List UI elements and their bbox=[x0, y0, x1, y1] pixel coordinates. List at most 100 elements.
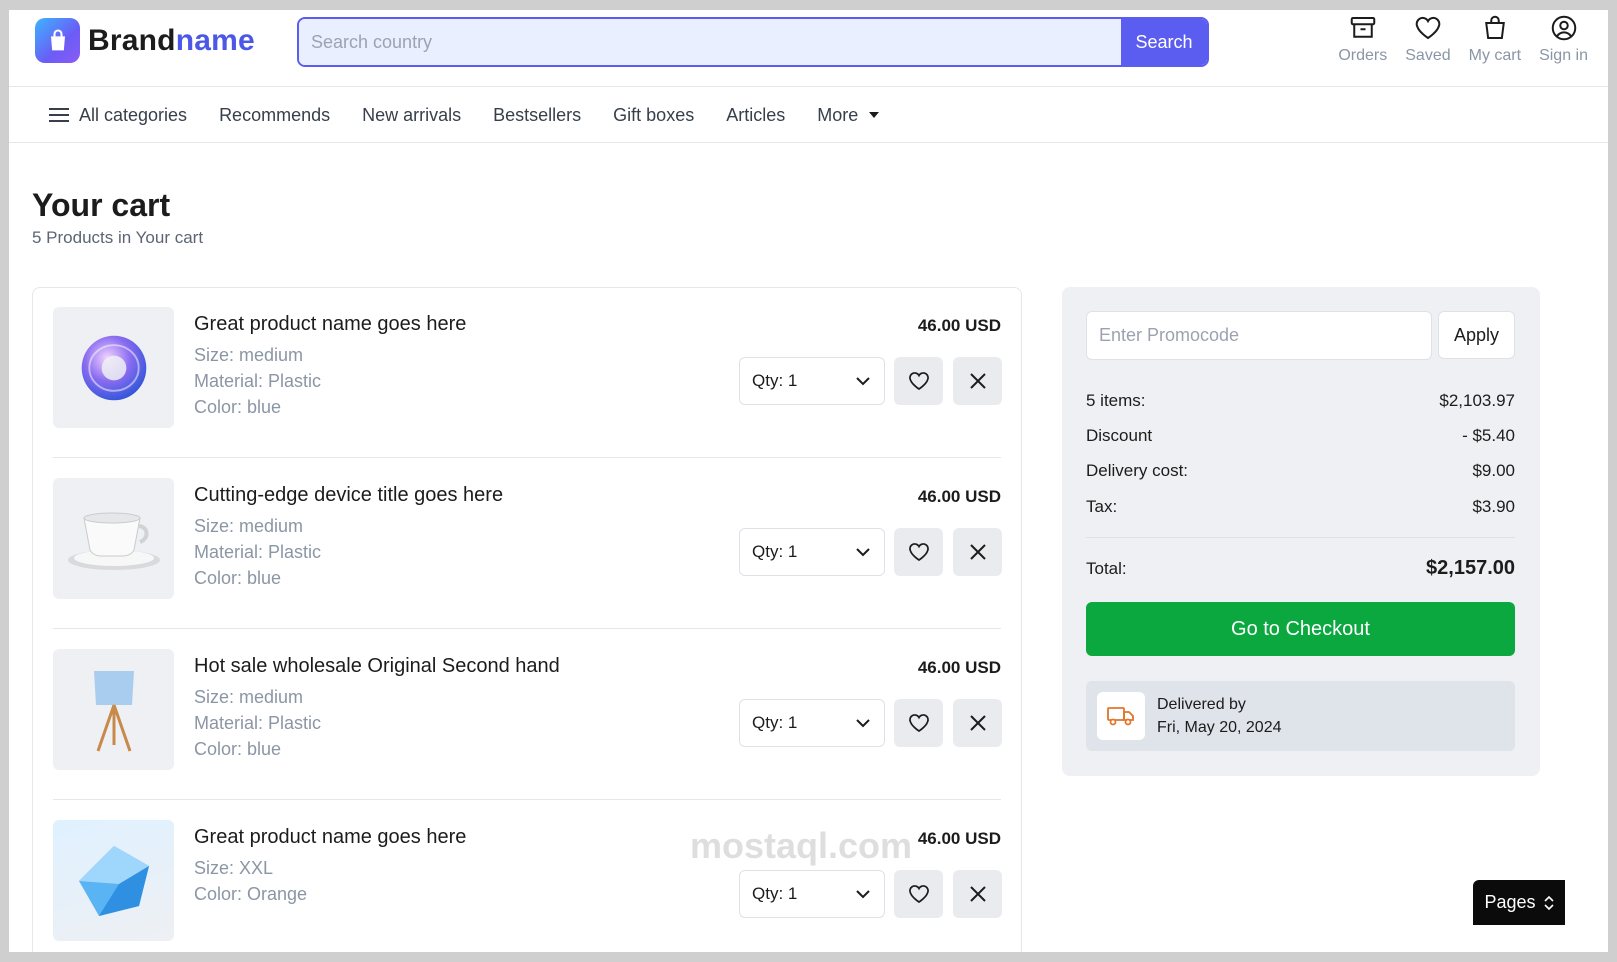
summary-value: $3.90 bbox=[1472, 497, 1515, 516]
apply-promo-button[interactable]: Apply bbox=[1438, 311, 1515, 359]
summary-label: 5 items: bbox=[1086, 391, 1146, 410]
chevron-down-icon bbox=[856, 376, 870, 385]
header-actions: Orders Saved My cart Sign in bbox=[1338, 13, 1588, 65]
save-for-later-button[interactable] bbox=[894, 699, 943, 747]
qty-value: Qty: 1 bbox=[752, 884, 798, 903]
product-info: Cutting-edge device title goes here Size… bbox=[194, 484, 503, 591]
summary-value: - $5.40 bbox=[1462, 426, 1515, 445]
summary-row-delivery: Delivery cost: $9.00 bbox=[1086, 461, 1515, 481]
save-for-later-button[interactable] bbox=[894, 528, 943, 576]
chevron-down-icon bbox=[856, 889, 870, 898]
product-image bbox=[53, 307, 174, 428]
product-attr: Size: medium bbox=[194, 516, 304, 536]
product-attr: Color: blue bbox=[194, 568, 282, 588]
user-icon bbox=[1551, 15, 1576, 41]
close-icon bbox=[969, 886, 986, 902]
sign-in-label: Sign in bbox=[1539, 47, 1588, 64]
my-cart-label: My cart bbox=[1468, 47, 1522, 64]
delivery-text: Delivered by Fri, May 20, 2024 bbox=[1157, 693, 1282, 739]
truck-icon bbox=[1107, 707, 1134, 726]
remove-item-button[interactable] bbox=[953, 699, 1002, 747]
remove-item-button[interactable] bbox=[953, 357, 1002, 405]
summary-row-discount: Discount - $5.40 bbox=[1086, 426, 1515, 446]
product-price: 46.00 USD bbox=[917, 829, 1001, 848]
order-summary: Apply 5 items: $2,103.97 Discount - $5.4… bbox=[1062, 287, 1540, 776]
summary-divider bbox=[1086, 537, 1515, 538]
nav-all-categories[interactable]: All categories bbox=[49, 105, 187, 126]
qty-select[interactable]: Qty: 1 bbox=[739, 357, 885, 405]
orders-button[interactable]: Orders bbox=[1338, 13, 1387, 65]
nav-more[interactable]: More bbox=[817, 105, 880, 126]
product-name[interactable]: Great product name goes here bbox=[194, 313, 466, 336]
nav-all-categories-label: All categories bbox=[79, 104, 188, 125]
product-attr: Size: XXL bbox=[194, 858, 274, 878]
nav-gift-boxes[interactable]: Gift boxes bbox=[613, 105, 694, 126]
shopping-bag-icon bbox=[35, 18, 80, 63]
remove-item-button[interactable] bbox=[953, 870, 1002, 918]
product-attr: Material: Plastic bbox=[194, 371, 322, 391]
nav-new-arrivals[interactable]: New arrivals bbox=[362, 105, 461, 126]
qty-value: Qty: 1 bbox=[752, 713, 798, 732]
summary-value: $9.00 bbox=[1472, 461, 1515, 480]
brand-name: Brandname bbox=[88, 24, 255, 58]
close-icon bbox=[969, 715, 986, 731]
qty-value: Qty: 1 bbox=[752, 542, 798, 561]
search-bar: Search bbox=[297, 17, 1209, 67]
summary-row-total: Total: $2,157.00 bbox=[1086, 557, 1515, 580]
cube-image bbox=[78, 845, 149, 916]
qty-select[interactable]: Qty: 1 bbox=[739, 870, 885, 918]
orders-label: Orders bbox=[1338, 47, 1388, 64]
nav-bestsellers[interactable]: Bestsellers bbox=[493, 105, 581, 126]
summary-row-tax: Tax: $3.90 bbox=[1086, 497, 1515, 517]
product-price: 46.00 USD bbox=[917, 487, 1001, 506]
product-price: 46.00 USD bbox=[917, 316, 1001, 335]
product-attr: Size: medium bbox=[194, 345, 304, 365]
lamp-image bbox=[93, 670, 134, 751]
save-for-later-button[interactable] bbox=[894, 870, 943, 918]
delivery-info: Delivered by Fri, May 20, 2024 bbox=[1086, 681, 1515, 751]
delivery-date: Fri, May 20, 2024 bbox=[1157, 719, 1282, 736]
sign-in-button[interactable]: Sign in bbox=[1539, 13, 1588, 65]
brand-logo[interactable]: Brandname bbox=[35, 18, 255, 63]
chevron-down-icon bbox=[856, 718, 870, 727]
search-button[interactable]: Search bbox=[1121, 19, 1207, 65]
heart-icon bbox=[1415, 16, 1441, 40]
heart-icon bbox=[908, 372, 929, 391]
remove-item-button[interactable] bbox=[953, 528, 1002, 576]
product-image bbox=[53, 478, 174, 599]
pages-label: Pages bbox=[1484, 892, 1536, 912]
save-for-later-button[interactable] bbox=[894, 357, 943, 405]
orders-icon bbox=[1350, 17, 1376, 38]
product-name[interactable]: Hot sale wholesale Original Second hand bbox=[194, 655, 560, 678]
saved-button[interactable]: Saved bbox=[1405, 13, 1451, 65]
saved-label: Saved bbox=[1405, 47, 1451, 64]
summary-row-items: 5 items: $2,103.97 bbox=[1086, 391, 1515, 411]
search-input[interactable] bbox=[299, 19, 1121, 65]
brand-name-part2: name bbox=[175, 23, 255, 57]
header: Brandname Search Orders Saved My cart Si… bbox=[9, 10, 1608, 87]
cart-list: Great product name goes here Size: mediu… bbox=[32, 287, 1022, 952]
chevron-down-icon bbox=[856, 547, 870, 556]
cart-item: Great product name goes here Size: mediu… bbox=[53, 288, 1002, 458]
product-name[interactable]: Cutting-edge device title goes here bbox=[194, 484, 503, 507]
cart-item: Cutting-edge device title goes here Size… bbox=[53, 459, 1002, 629]
qty-select[interactable]: Qty: 1 bbox=[739, 699, 885, 747]
product-attr: Color: blue bbox=[194, 739, 282, 759]
delivery-label: Delivered by bbox=[1157, 696, 1246, 713]
nav-articles[interactable]: Articles bbox=[726, 105, 785, 126]
my-cart-button[interactable]: My cart bbox=[1469, 13, 1521, 65]
page-title: Your cart bbox=[32, 187, 171, 223]
nav-recommends[interactable]: Recommends bbox=[219, 105, 330, 126]
pages-switcher[interactable]: Pages bbox=[1473, 880, 1565, 925]
product-attr: Size: medium bbox=[194, 687, 304, 707]
product-image bbox=[53, 820, 174, 941]
qty-select[interactable]: Qty: 1 bbox=[739, 528, 885, 576]
summary-label: Delivery cost: bbox=[1086, 461, 1189, 480]
page-subtitle: 5 Products in Your cart bbox=[32, 228, 204, 247]
promocode-input[interactable] bbox=[1086, 311, 1432, 360]
close-icon bbox=[969, 544, 986, 560]
product-name[interactable]: Great product name goes here bbox=[194, 826, 466, 849]
product-info: Hot sale wholesale Original Second hand … bbox=[194, 655, 560, 762]
category-nav: All categories Recommends New arrivals B… bbox=[9, 88, 1608, 143]
checkout-button[interactable]: Go to Checkout bbox=[1086, 602, 1515, 656]
